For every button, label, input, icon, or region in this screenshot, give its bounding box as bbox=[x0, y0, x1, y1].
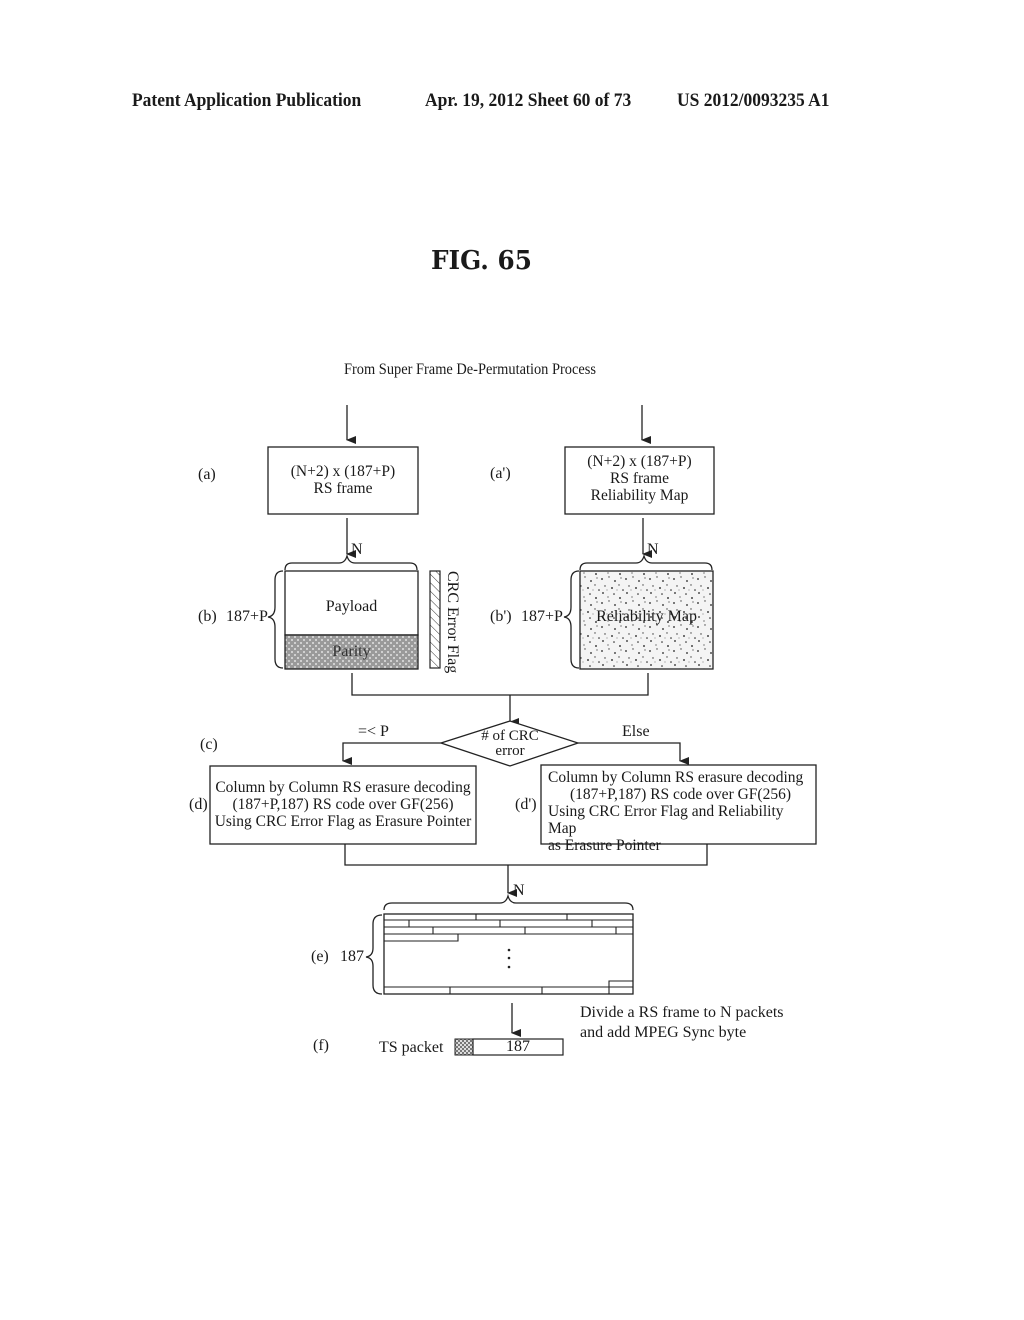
decision-text: # of CRC error bbox=[481, 728, 539, 759]
rows-label-e: 187 bbox=[340, 948, 364, 965]
ellipsis-dot bbox=[507, 965, 511, 969]
box-d-text: Column by Column RS erasure decoding (18… bbox=[214, 779, 472, 830]
branch-label-left: =< P bbox=[358, 723, 389, 740]
ellipsis-dot bbox=[507, 948, 511, 952]
label-e: (e) bbox=[311, 948, 329, 965]
packetize-note: Divide a RS frame to N packets and add M… bbox=[580, 1004, 784, 1041]
brace-rows-b bbox=[267, 570, 284, 669]
parity-label: Parity bbox=[332, 643, 371, 660]
reliability-map-label: Reliability Map bbox=[596, 608, 697, 625]
branch-left bbox=[342, 742, 441, 765]
flow-diagram bbox=[209, 405, 817, 1056]
ellipsis-dot bbox=[507, 956, 511, 960]
payload-label: Payload bbox=[325, 598, 378, 615]
brace-n-e bbox=[383, 893, 634, 911]
label-c: (c) bbox=[200, 736, 218, 753]
rows-label-b-prime: 187+P bbox=[521, 608, 563, 625]
brace-n-b-prime bbox=[579, 553, 713, 571]
label-b-prime: (b') bbox=[490, 608, 512, 625]
box-a-prime-text: (N+2) x (187+P) RS frame Reliability Map bbox=[587, 453, 692, 504]
brace-rows-b-prime bbox=[563, 570, 580, 669]
brace-rows-e bbox=[365, 914, 383, 995]
crc-error-flag-column bbox=[429, 570, 441, 669]
cols-label-b-prime: N bbox=[647, 541, 659, 558]
crc-error-flag-label: CRC Error Flag bbox=[444, 571, 461, 674]
rows-label-b: 187+P bbox=[226, 608, 268, 625]
mpeg-sync-byte bbox=[454, 1038, 474, 1056]
box-d-prime-text: Column by Column RS erasure decoding (18… bbox=[548, 769, 804, 854]
label-a-prime: (a') bbox=[490, 465, 511, 482]
ts-packet-label: TS packet bbox=[379, 1039, 444, 1056]
ts-packet-size: 187 bbox=[506, 1038, 530, 1055]
branch-label-right: Else bbox=[622, 723, 650, 740]
label-b: (b) bbox=[198, 608, 217, 625]
label-f: (f) bbox=[313, 1037, 329, 1054]
cols-label-e: N bbox=[513, 882, 525, 899]
cols-label-b: N bbox=[351, 541, 363, 558]
box-a-text: (N+2) x (187+P) RS frame bbox=[290, 463, 396, 497]
merge-line-b bbox=[351, 673, 649, 696]
branch-right bbox=[578, 742, 689, 765]
label-a: (a) bbox=[198, 466, 216, 483]
label-d-prime: (d') bbox=[515, 796, 537, 813]
label-d: (d) bbox=[189, 796, 208, 813]
matrix-e bbox=[383, 913, 634, 995]
